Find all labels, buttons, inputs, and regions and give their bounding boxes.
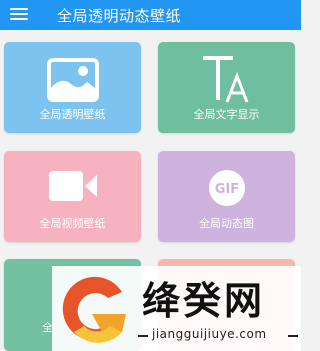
app-bar: 全局透明动态壁纸 [0,0,301,30]
card-label: 全局视频壁纸 [39,217,106,230]
watermark-name: 绛癸网 [142,279,266,323]
watermark: 绛癸网 jiangguijiuye.com [52,266,301,351]
card-global-text[interactable]: 全局文字显示 [158,42,295,133]
svg-text:GIF: GIF [214,182,238,197]
card-label: 全局透明壁纸 [39,108,106,121]
hamburger-menu-icon[interactable] [10,6,28,22]
card-transparent-wallpaper[interactable]: 全局透明壁纸 [4,42,141,133]
text-icon [202,56,248,103]
watermark-url: jiangguijiuye.com [138,326,298,344]
app-title: 全局透明动态壁纸 [57,7,182,25]
card-label: 全局动态图 [199,217,254,230]
video-camera-icon [48,171,97,201]
card-video-wallpaper[interactable]: 全局视频壁纸 [4,151,141,242]
card-global-gif[interactable]: GIF 全局动态图 [158,151,295,242]
watermark-logo [62,276,126,343]
image-icon [46,58,99,102]
card-label: 全局文字显示 [193,108,260,121]
gif-icon: GIF [208,170,245,206]
